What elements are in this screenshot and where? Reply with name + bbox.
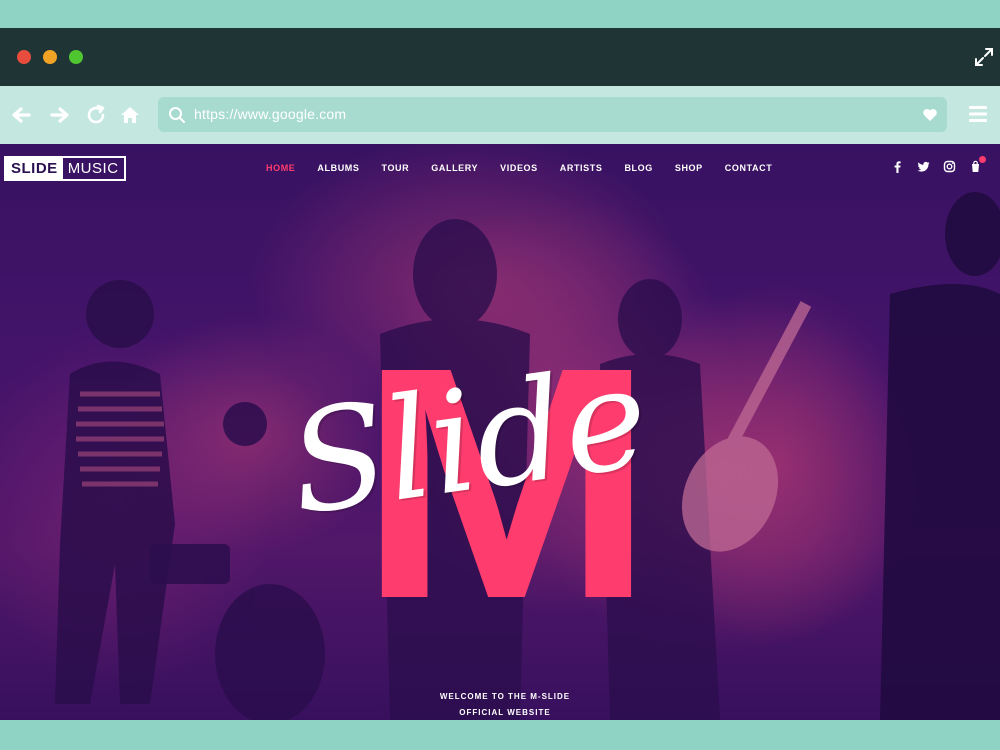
welcome-line-1: WELCOME TO THE M-SLIDE: [439, 692, 571, 701]
url-text: https://www.google.com: [194, 106, 347, 122]
nav-item-albums[interactable]: ALBUMS: [317, 163, 359, 173]
address-bar[interactable]: https://www.google.com: [158, 97, 947, 132]
hamburger-menu-icon[interactable]: [968, 104, 988, 124]
heart-icon[interactable]: [922, 107, 938, 123]
nav-item-videos[interactable]: VIDEOS: [500, 163, 538, 173]
cart-icon[interactable]: [969, 156, 986, 173]
nav-item-contact[interactable]: CONTACT: [725, 163, 773, 173]
maximize-window-button[interactable]: [69, 50, 83, 64]
logo-part-music: MUSIC: [67, 160, 119, 177]
fullscreen-icon[interactable]: [973, 46, 995, 68]
twitter-icon[interactable]: [917, 160, 930, 173]
logo-part-slide: SLIDE: [6, 158, 63, 179]
back-arrow-icon[interactable]: [9, 103, 33, 127]
close-window-button[interactable]: [17, 50, 31, 64]
instagram-icon[interactable]: [943, 160, 956, 173]
browser-toolbar: https://www.google.com: [0, 86, 1000, 144]
nav-item-blog[interactable]: BLOG: [624, 163, 652, 173]
browser-window: https://www.google.com SLIDE MUSIC HOME …: [0, 28, 1000, 720]
nav-item-home[interactable]: HOME: [266, 163, 295, 173]
home-icon[interactable]: [118, 103, 142, 127]
facebook-icon[interactable]: [891, 160, 904, 173]
welcome-line-2: OFFICIAL WEBSITE: [459, 708, 551, 717]
main-nav: HOME ALBUMS TOUR GALLERY VIDEOS ARTISTS …: [266, 163, 794, 173]
title-bar: [0, 28, 1000, 86]
nav-item-tour[interactable]: TOUR: [382, 163, 410, 173]
hero-welcome-text: WELCOME TO THE M-SLIDE OFFICIAL WEBSITE: [0, 689, 1000, 720]
nav-item-shop[interactable]: SHOP: [675, 163, 703, 173]
reload-icon[interactable]: [84, 103, 108, 127]
nav-item-gallery[interactable]: GALLERY: [431, 163, 478, 173]
search-icon: [169, 107, 185, 123]
social-links: [891, 156, 986, 173]
nav-item-artists[interactable]: ARTISTS: [560, 163, 603, 173]
cart-badge: [979, 156, 986, 163]
site-logo[interactable]: SLIDE MUSIC: [4, 156, 126, 181]
forward-arrow-icon[interactable]: [48, 103, 72, 127]
minimize-window-button[interactable]: [43, 50, 57, 64]
page-viewport: SLIDE MUSIC HOME ALBUMS TOUR GALLERY VID…: [0, 144, 1000, 720]
